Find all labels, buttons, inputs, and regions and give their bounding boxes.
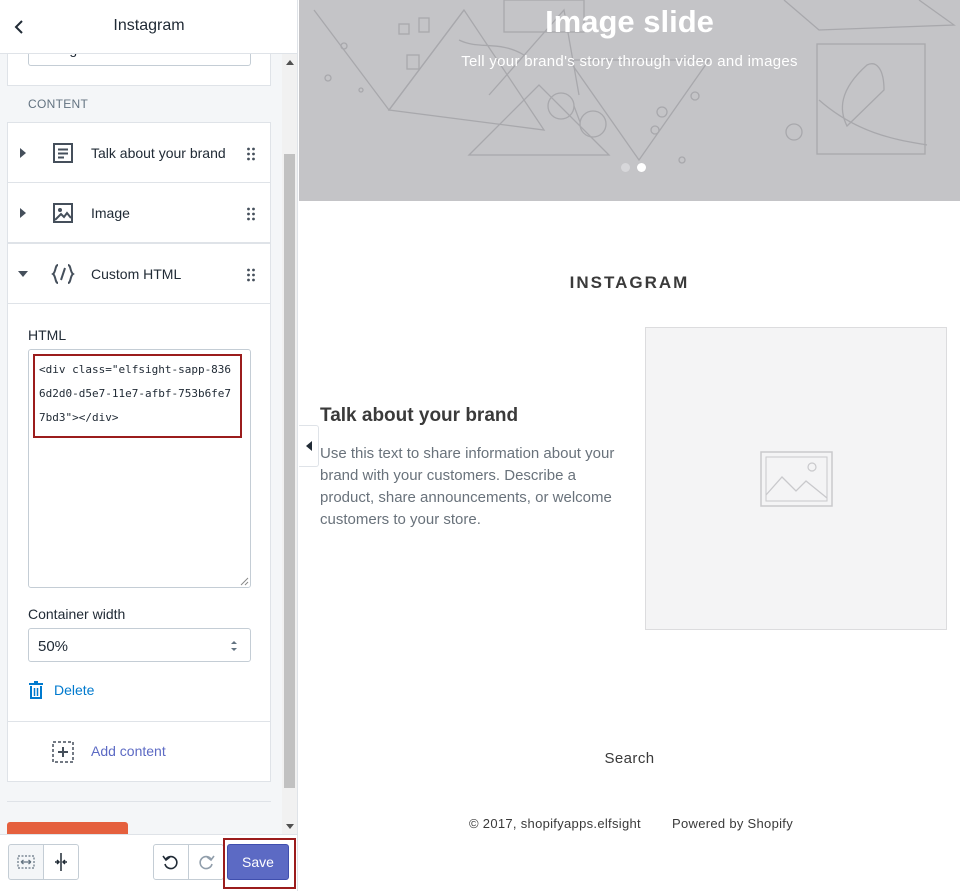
remove-section-button[interactable] bbox=[7, 822, 128, 834]
fit-inspector-button[interactable] bbox=[43, 844, 79, 880]
storefront-preview: Image slide Tell your brand's story thro… bbox=[299, 0, 960, 891]
block-talk-about-brand[interactable]: Talk about your brand bbox=[7, 122, 271, 183]
container-width-label: Container width bbox=[28, 606, 126, 622]
section-name-card: Instagram bbox=[7, 54, 271, 86]
caret-right-icon[interactable] bbox=[18, 207, 28, 219]
save-button[interactable]: Save bbox=[227, 844, 289, 880]
collapse-sidebar-button[interactable] bbox=[299, 425, 319, 467]
image-placeholder bbox=[645, 327, 947, 630]
drag-handle-icon[interactable] bbox=[246, 268, 256, 282]
text-block-icon bbox=[51, 141, 75, 165]
content-section-label: CONTENT bbox=[28, 97, 89, 111]
block-image[interactable]: Image bbox=[7, 182, 271, 243]
sidebar-footer: Save bbox=[0, 834, 297, 891]
drag-handle-icon[interactable] bbox=[246, 147, 256, 161]
theme-editor-sidebar: Instagram Instagram CONTENT Talk about y… bbox=[0, 0, 298, 891]
caret-left-icon bbox=[305, 441, 312, 451]
html-textarea[interactable]: <div class="elfsight-sapp-8366d2d0-d5e7-… bbox=[28, 349, 251, 588]
caret-right-icon[interactable] bbox=[18, 147, 28, 159]
block-custom-html[interactable]: Custom HTML bbox=[7, 243, 271, 304]
add-content-label: Add content bbox=[91, 743, 166, 759]
slide-dot-2[interactable] bbox=[637, 163, 646, 172]
image-icon bbox=[51, 201, 75, 225]
custom-html-settings: HTML <div class="elfsight-sapp-8366d2d0-… bbox=[7, 304, 271, 722]
trash-icon bbox=[29, 681, 43, 699]
section-title: INSTAGRAM bbox=[569, 273, 690, 292]
container-width-select[interactable]: 50% bbox=[28, 628, 251, 662]
image-placeholder-icon bbox=[760, 451, 833, 507]
scroll-down-arrow-icon[interactable] bbox=[282, 818, 297, 834]
delete-block-button[interactable]: Delete bbox=[28, 679, 94, 701]
scroll-up-arrow-icon[interactable] bbox=[282, 54, 297, 70]
slide-dot-1[interactable] bbox=[621, 163, 630, 172]
block-label: Image bbox=[91, 205, 130, 221]
footer-search-link[interactable]: Search bbox=[299, 750, 960, 767]
html-field-label: HTML bbox=[28, 327, 67, 343]
code-icon bbox=[51, 262, 75, 286]
sidebar-title: Instagram bbox=[113, 17, 185, 34]
footer-powered-by-link[interactable]: Powered by Shopify bbox=[672, 816, 793, 831]
sidebar-header: Instagram bbox=[0, 0, 297, 54]
collapse-icon bbox=[55, 853, 67, 871]
add-block-icon bbox=[52, 741, 74, 763]
caret-down-icon[interactable] bbox=[18, 268, 28, 280]
redo-button[interactable] bbox=[188, 844, 224, 880]
brand-text: Use this text to share information about… bbox=[320, 445, 615, 528]
slide-subtitle: Tell your brand's story through video an… bbox=[461, 53, 798, 70]
add-content-button[interactable]: Add content bbox=[7, 721, 271, 782]
scroll-thumb[interactable] bbox=[284, 154, 295, 788]
brand-heading: Talk about your brand bbox=[320, 405, 519, 426]
undo-icon bbox=[162, 855, 178, 870]
sidebar-scroll-area: Instagram CONTENT Talk about your brand … bbox=[0, 54, 282, 834]
slide-title: Image slide bbox=[545, 4, 714, 39]
undo-button[interactable] bbox=[153, 844, 189, 880]
html-code-value[interactable]: <div class="elfsight-sapp-8366d2d0-d5e7-… bbox=[33, 354, 242, 438]
redo-icon bbox=[199, 855, 215, 870]
sidebar-scrollbar[interactable] bbox=[282, 54, 297, 834]
section-heading-input[interactable]: Instagram bbox=[28, 54, 251, 66]
full-width-toggle-button[interactable] bbox=[8, 844, 44, 880]
footer-copyright: © 2017, shopifyapps.elfsight bbox=[469, 816, 641, 831]
drag-handle-icon[interactable] bbox=[246, 207, 256, 221]
container-width-value: 50% bbox=[38, 638, 69, 655]
sidebar-divider bbox=[7, 801, 271, 802]
resize-grip-icon[interactable] bbox=[240, 577, 249, 586]
delete-label: Delete bbox=[54, 682, 95, 698]
expand-horizontal-icon bbox=[17, 855, 35, 869]
select-arrows-icon bbox=[231, 641, 237, 651]
image-slideshow: Image slide Tell your brand's story thro… bbox=[299, 0, 960, 201]
block-label: Talk about your brand bbox=[91, 145, 226, 161]
block-label: Custom HTML bbox=[91, 266, 182, 282]
